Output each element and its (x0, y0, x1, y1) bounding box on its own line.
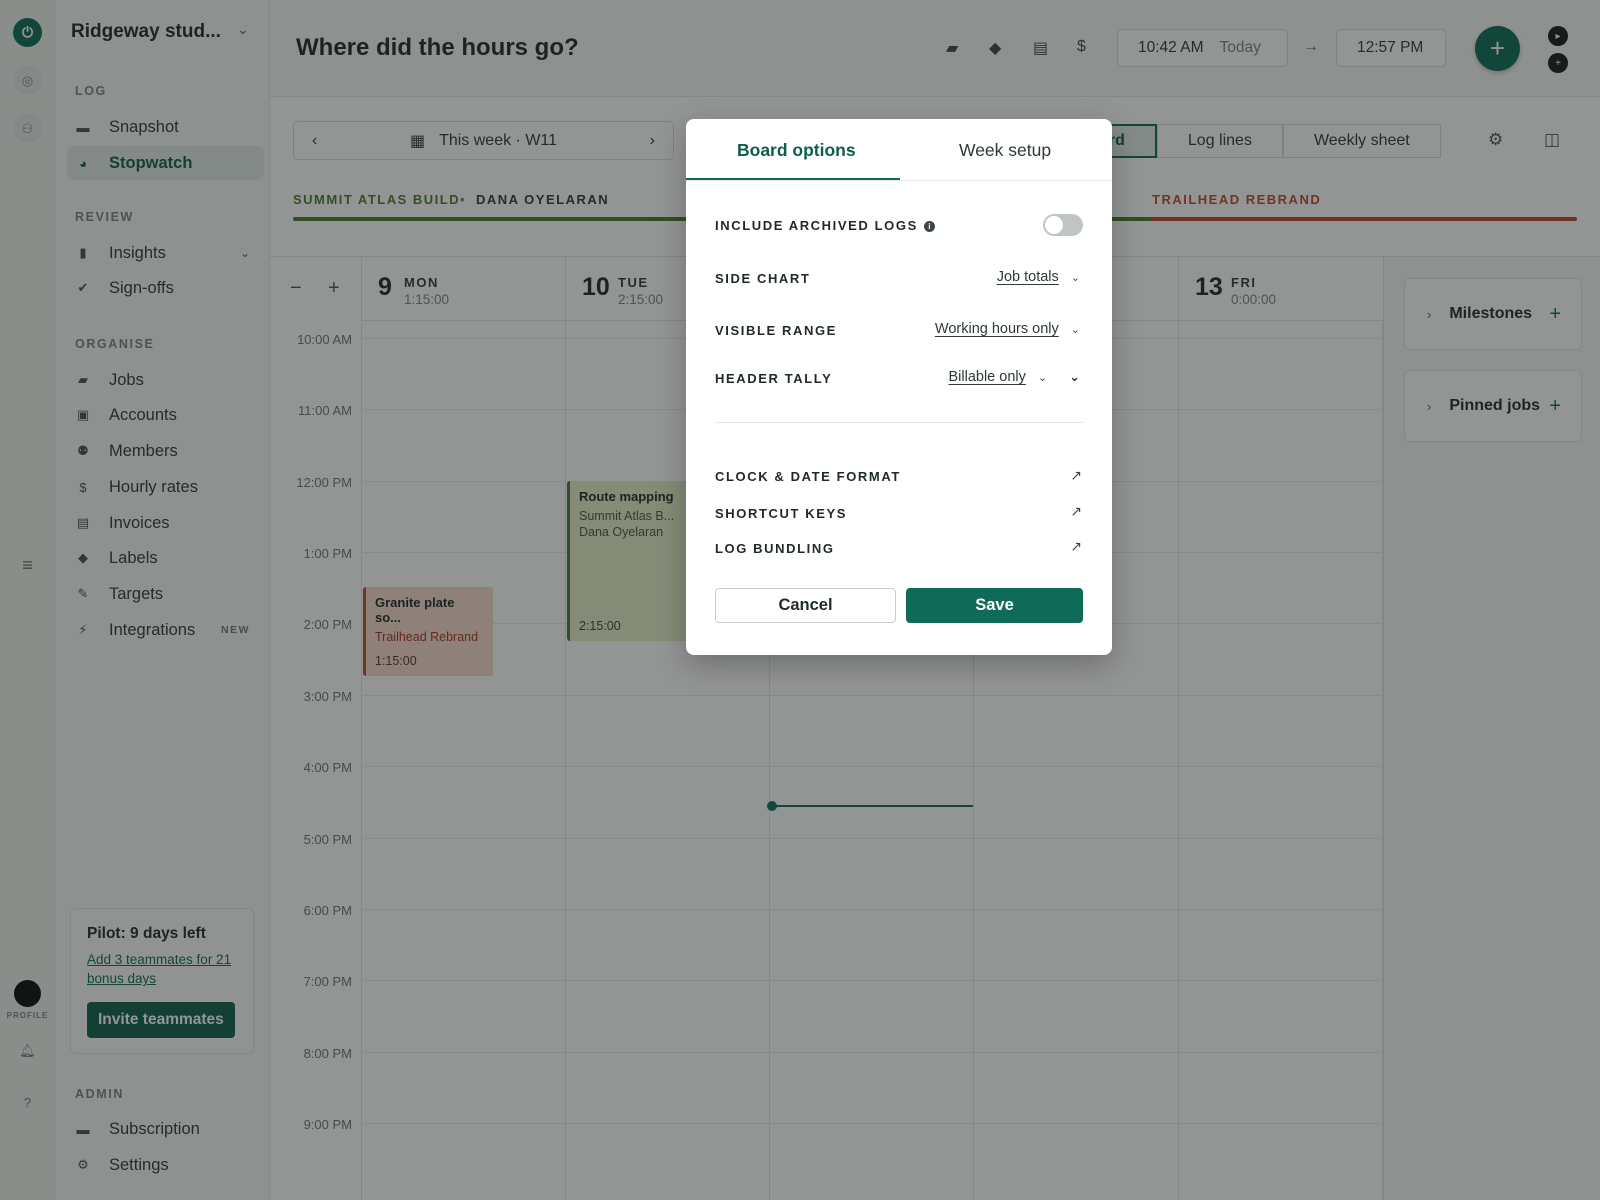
chevron-down-icon: ⌄ (1037, 371, 1048, 384)
external-link-icon[interactable]: ↗ (1070, 467, 1082, 484)
side-chart-select[interactable]: Job totals ⌄ (997, 269, 1080, 285)
shortcut-keys-link[interactable]: SHORTCUT KEYS (715, 506, 847, 521)
external-link-icon[interactable]: ↗ (1070, 503, 1082, 520)
include-archived-toggle[interactable] (1043, 214, 1083, 236)
header-tally-label: HEADER TALLY (715, 371, 833, 386)
external-link-icon[interactable]: ↗ (1070, 538, 1082, 555)
chevron-down-icon: ⌄ (1070, 271, 1080, 284)
expand-chevron-icon[interactable]: ⌄ (1069, 369, 1080, 385)
visible-range-select[interactable]: Working hours only ⌄ (935, 321, 1080, 337)
tab-week-setup[interactable]: Week setup (959, 140, 1051, 161)
info-icon[interactable]: i (923, 221, 935, 232)
clock-date-format-link[interactable]: CLOCK & DATE FORMAT (715, 469, 901, 484)
save-button[interactable]: Save (906, 588, 1083, 623)
toggle-knob (1045, 216, 1063, 234)
visible-range-label: VISIBLE RANGE (715, 323, 837, 338)
side-chart-label: SIDE CHART (715, 271, 811, 286)
section-divider (715, 422, 1083, 423)
board-options-dialog: Board options Week setup INCLUDE ARCHIVE… (686, 119, 1112, 655)
tab-board-options[interactable]: Board options (737, 140, 856, 161)
chevron-down-icon: ⌄ (1070, 323, 1080, 336)
tab-divider (686, 180, 1112, 181)
cancel-button[interactable]: Cancel (715, 588, 896, 623)
header-tally-select[interactable]: Billable only ⌄ ⌄ (948, 369, 1080, 385)
include-archived-label: INCLUDE ARCHIVED LOGS i (715, 218, 935, 233)
log-bundling-link[interactable]: LOG BUNDLING (715, 541, 835, 556)
active-tab-indicator (686, 178, 900, 180)
